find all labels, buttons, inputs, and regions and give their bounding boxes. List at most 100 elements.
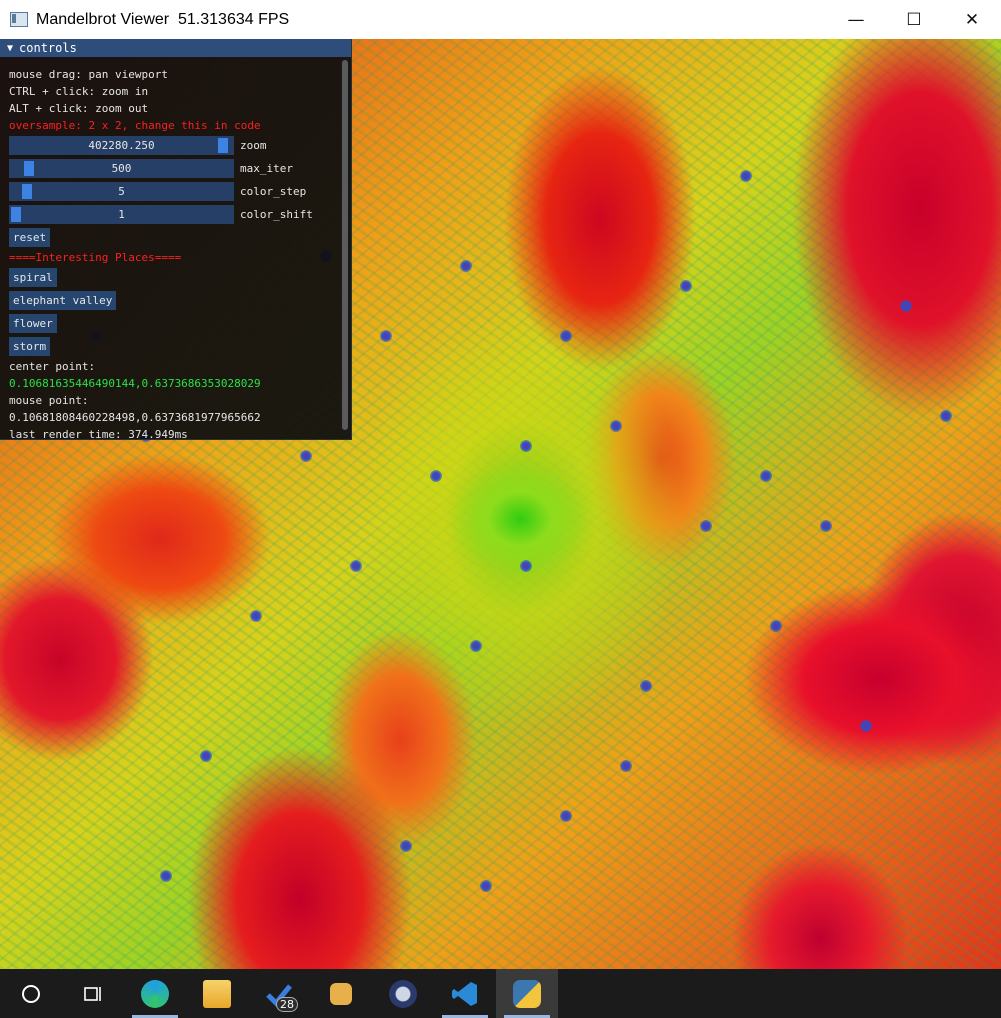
mini-spiral: [900, 300, 912, 312]
mini-spiral: [160, 870, 172, 882]
mouse-point-value: 0.10681808460228498,0.637368197796566‌2: [9, 411, 261, 424]
taskbar-file-explorer[interactable]: [186, 969, 248, 1018]
color-shift-slider[interactable]: 1: [9, 205, 234, 224]
minimize-button[interactable]: —: [827, 0, 885, 39]
mini-spiral: [300, 450, 312, 462]
title-bar[interactable]: Mandelbrot Viewer 51.313634 FPS — ☐ ✕: [0, 0, 1001, 40]
mini-spiral: [480, 880, 492, 892]
slider-value: 402280.250: [88, 139, 155, 152]
color-step-slider-row: 5 color_step: [9, 180, 339, 203]
taskbar-search[interactable]: [0, 969, 62, 1018]
slider-value: 5: [118, 185, 125, 198]
oversample-note: oversample: 2 x 2, change this in code: [9, 119, 261, 132]
zoom-slider-row: 402280.250 zoom: [9, 134, 339, 157]
max-iter-slider-row: 500 max_iter: [9, 157, 339, 180]
mini-spiral: [200, 750, 212, 762]
mini-spiral: [940, 410, 952, 422]
slider-value: 500: [111, 162, 132, 175]
mini-spiral: [460, 260, 472, 272]
taskbar: 28: [0, 969, 1001, 1018]
taskbar-todo[interactable]: 28: [248, 969, 310, 1018]
mini-spiral: [820, 520, 832, 532]
notification-badge: 28: [276, 997, 298, 1012]
window-controls: — ☐ ✕: [827, 0, 1001, 39]
color-shift-slider-row: 1 color_shift: [9, 203, 339, 226]
taskbar-task-view[interactable]: [62, 969, 124, 1018]
reset-button[interactable]: reset: [9, 228, 51, 247]
places-header: ====Interesting Places====: [9, 251, 182, 264]
taskbar-vscode[interactable]: [434, 969, 496, 1018]
mini-spiral: [520, 560, 532, 572]
mini-spiral: [860, 720, 872, 732]
render-time: last render time: 374.949ms: [9, 428, 188, 439]
controls-panel: ▼ controls mouse drag: pan viewport CTRL…: [0, 39, 352, 440]
edge-icon: [141, 979, 169, 1008]
mini-spiral: [680, 280, 692, 292]
slider-grab[interactable]: [21, 184, 32, 199]
panel-scrollbar[interactable]: [341, 59, 349, 435]
place-row: elephant valley: [9, 289, 339, 312]
place-row: spiral: [9, 266, 339, 289]
mini-spiral: [700, 520, 712, 532]
mini-spiral: [620, 760, 632, 772]
mouse-point-label: mouse point:: [9, 394, 89, 407]
slider-grab[interactable]: [11, 207, 21, 222]
spiral-button[interactable]: spiral: [9, 268, 57, 287]
mini-spiral: [470, 640, 482, 652]
taskbar-edge[interactable]: [124, 969, 186, 1018]
file-explorer-icon: [203, 979, 231, 1008]
slider-value: 1: [118, 208, 125, 221]
taskbar-vpn[interactable]: [372, 969, 434, 1018]
mini-spiral: [380, 330, 392, 342]
app-window: Mandelbrot Viewer 51.313634 FPS — ☐ ✕ ▼ …: [0, 0, 1001, 969]
reset-row: reset: [9, 226, 339, 249]
center-point-value: 0.10681635446490144,0.6373686353028029: [9, 377, 261, 390]
window-title: Mandelbrot Viewer 51.313634 FPS: [36, 10, 290, 28]
maximize-button[interactable]: ☐: [885, 0, 943, 39]
slider-label: color_shift: [240, 208, 313, 221]
slider-label: color_step: [240, 185, 307, 198]
mini-spiral: [520, 440, 532, 452]
task-view-icon: [84, 986, 101, 1001]
collapse-arrow-icon[interactable]: ▼: [7, 43, 13, 54]
help-zoom-out: ALT + click: zoom out: [9, 102, 149, 115]
panel-title: controls: [19, 41, 77, 55]
mini-spiral: [250, 610, 262, 622]
vpn-lock-icon: [389, 979, 417, 1008]
app-icon: [10, 12, 28, 27]
color-step-slider[interactable]: 5: [9, 182, 234, 201]
chat-icon: [330, 982, 352, 1005]
slider-label: zoom: [240, 139, 267, 152]
close-button[interactable]: ✕: [943, 0, 1001, 39]
storm-button[interactable]: storm: [9, 337, 51, 356]
controls-panel-body: mouse drag: pan viewport CTRL + click: z…: [0, 57, 339, 439]
center-point-label: center point:: [9, 360, 96, 373]
mini-spiral: [640, 680, 652, 692]
mini-spiral: [770, 620, 782, 632]
place-row: storm: [9, 335, 339, 358]
scrollbar-thumb[interactable]: [342, 60, 348, 430]
mini-spiral: [610, 420, 622, 432]
flower-button[interactable]: flower: [9, 314, 57, 333]
taskbar-python[interactable]: [496, 969, 558, 1018]
slider-grab[interactable]: [217, 138, 228, 153]
mini-spiral: [760, 470, 772, 482]
elephant-valley-button[interactable]: elephant valley: [9, 291, 117, 310]
mini-spiral: [560, 810, 572, 822]
max-iter-slider[interactable]: 500: [9, 159, 234, 178]
slider-grab[interactable]: [23, 161, 34, 176]
zoom-slider[interactable]: 402280.250: [9, 136, 234, 155]
help-pan: mouse drag: pan viewport: [9, 68, 168, 81]
search-icon: [22, 984, 40, 1003]
mini-spiral: [560, 330, 572, 342]
vscode-icon: [452, 981, 477, 1006]
taskbar-chat[interactable]: [310, 969, 372, 1018]
mini-spiral: [400, 840, 412, 852]
help-zoom-in: CTRL + click: zoom in: [9, 85, 149, 98]
place-row: flower: [9, 312, 339, 335]
mini-spiral: [350, 560, 362, 572]
mini-spiral: [740, 170, 752, 182]
slider-label: max_iter: [240, 162, 293, 175]
controls-panel-header[interactable]: ▼ controls: [0, 39, 351, 57]
mini-spiral: [430, 470, 442, 482]
